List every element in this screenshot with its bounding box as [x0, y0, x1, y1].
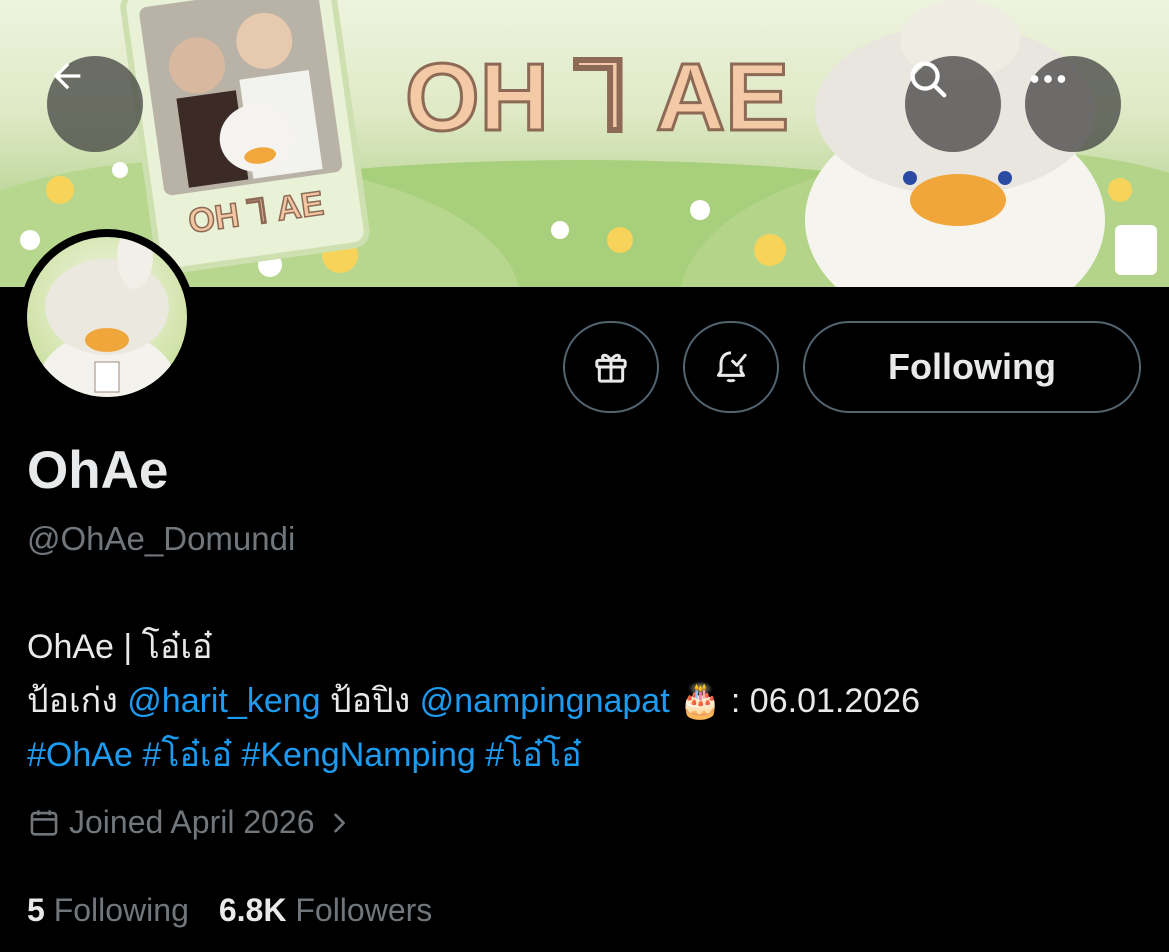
bio-text: ป้อปิง — [320, 682, 420, 720]
joined-label: Joined April 2026 — [69, 804, 315, 840]
search-button[interactable] — [905, 56, 1001, 152]
avatar-image — [27, 237, 187, 397]
chevron-right-icon — [333, 813, 345, 832]
bell-check-icon — [717, 351, 747, 383]
avatar[interactable] — [19, 229, 195, 405]
cake-emoji: 🎂 — [679, 682, 722, 720]
following-label: Following — [53, 892, 189, 928]
bio-line-2: ป้อเก่ง @harit_keng ป้อปิง @nampingnapat… — [27, 674, 1147, 728]
gift-button[interactable] — [563, 321, 659, 413]
user-handle: @OhAe_Domundi — [27, 520, 296, 557]
hashtag-link[interactable]: #โอ๋โอ๋ — [485, 736, 581, 774]
more-button[interactable] — [1025, 56, 1121, 152]
bio: OhAe | โอ๋เอ๋ ป้อเก่ง @harit_keng ป้อปิง… — [27, 620, 1147, 782]
followers-stat[interactable]: 6.8K Followers — [219, 892, 432, 929]
following-button[interactable]: Following — [803, 321, 1141, 413]
arrow-left-icon — [53, 62, 81, 90]
bio-line-1: OhAe | โอ๋เอ๋ — [27, 628, 213, 666]
following-button-label: Following — [888, 346, 1056, 387]
joined-date[interactable]: Joined April 2026 — [27, 804, 353, 841]
hashtag-link[interactable]: #KengNamping — [241, 736, 475, 774]
hashtag-link[interactable]: #OhAe — [27, 736, 133, 774]
followers-count: 6.8K — [218, 892, 287, 928]
profile-banner[interactable]: OH ꓶ AE OH ꓶ AE — [0, 0, 1169, 287]
mention-link[interactable]: @nampingnapat — [420, 682, 670, 720]
follow-stats: 5 Following 6.8K Followers — [27, 892, 432, 929]
mention-link[interactable]: @harit_keng — [127, 682, 320, 720]
gift-icon — [595, 353, 627, 383]
svg-text:OH ꓶ AE: OH ꓶ AE — [405, 44, 789, 151]
display-name: OhAe — [27, 441, 169, 500]
search-icon — [910, 61, 947, 98]
bio-hashtags: #OhAe #โอ๋เอ๋ #KengNamping #โอ๋โอ๋ — [27, 728, 1147, 782]
notifications-button[interactable] — [683, 321, 779, 413]
back-button[interactable] — [47, 56, 143, 152]
hashtag-link[interactable]: #โอ๋เอ๋ — [142, 736, 232, 774]
following-stat[interactable]: 5 Following — [27, 892, 189, 929]
following-count: 5 — [27, 892, 45, 928]
more-horizontal-icon — [1030, 75, 1066, 83]
bio-text: ป้อเก่ง — [27, 682, 128, 720]
banner-artwork: OH ꓶ AE OH ꓶ AE — [0, 0, 1169, 287]
bio-date: : 06.01.2026 — [721, 682, 920, 720]
calendar-icon — [30, 809, 58, 836]
followers-label: Followers — [295, 892, 433, 928]
